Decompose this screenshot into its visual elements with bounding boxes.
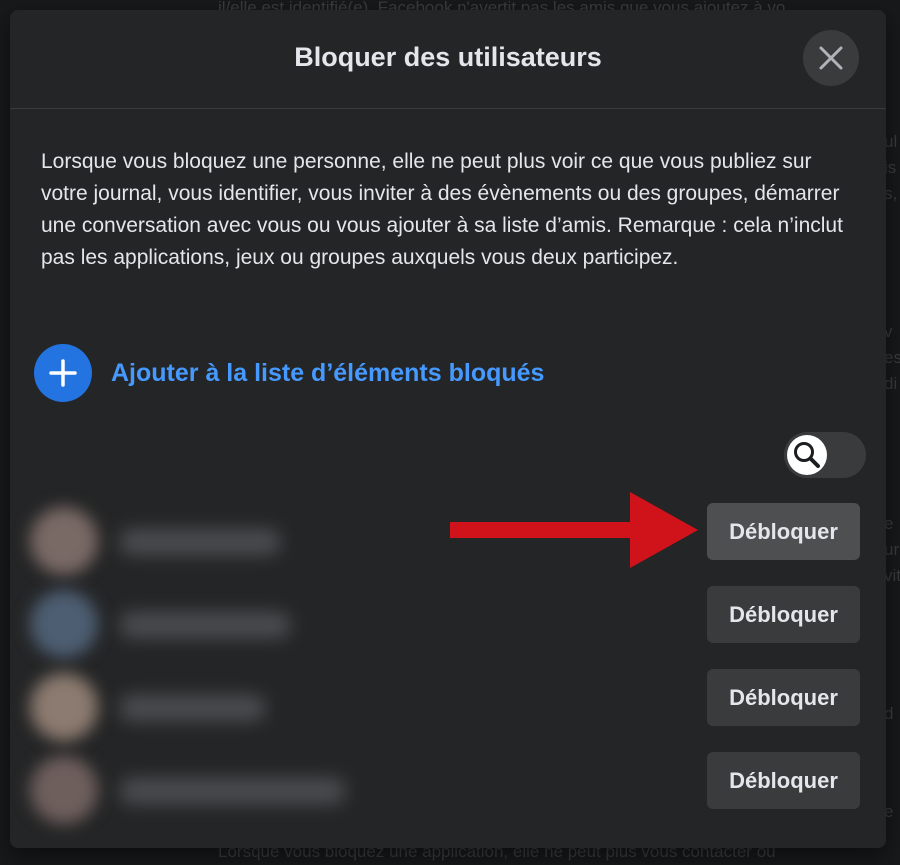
user-name-blurred [120, 612, 290, 638]
dialog-header: Bloquer des utilisateurs [10, 10, 886, 109]
avatar [30, 590, 98, 658]
user-name-blurred [120, 778, 345, 804]
unblock-button[interactable]: Débloquer [707, 586, 860, 643]
avatar [30, 756, 98, 824]
unblock-button[interactable]: Débloquer [707, 669, 860, 726]
blocked-user-row: Débloquer [10, 752, 886, 835]
block-users-dialog: Bloquer des utilisateurs Lorsque vous bl… [10, 10, 886, 848]
dialog-title: Bloquer des utilisateurs [294, 42, 602, 72]
block-description: Lorsque vous bloquez une personne, elle … [41, 150, 843, 269]
search-knob [787, 435, 827, 475]
close-icon [819, 46, 843, 70]
red-arrow-annotation [450, 492, 698, 568]
close-button[interactable] [803, 30, 859, 86]
blocked-user-row: Débloquer [10, 669, 886, 752]
blocked-user-row: Débloquer [10, 586, 886, 669]
avatar [30, 507, 98, 575]
plus-icon-circle [34, 344, 92, 402]
unblock-button[interactable]: Débloquer [707, 503, 860, 560]
background-fragment: es [884, 348, 900, 367]
user-name-blurred [120, 695, 265, 721]
search-toggle[interactable] [784, 432, 866, 478]
plus-icon [49, 359, 77, 387]
avatar [30, 673, 98, 741]
search-icon [794, 442, 820, 468]
user-name-blurred [120, 529, 280, 555]
unblock-button[interactable]: Débloquer [707, 752, 860, 809]
background-fragment: vit [884, 566, 900, 585]
add-to-blocked-list-label: Ajouter à la liste d’éléments bloqués [111, 358, 545, 387]
add-to-blocked-list-button[interactable]: Ajouter à la liste d’éléments bloqués [34, 344, 544, 402]
background-fragment: ur [884, 540, 900, 559]
